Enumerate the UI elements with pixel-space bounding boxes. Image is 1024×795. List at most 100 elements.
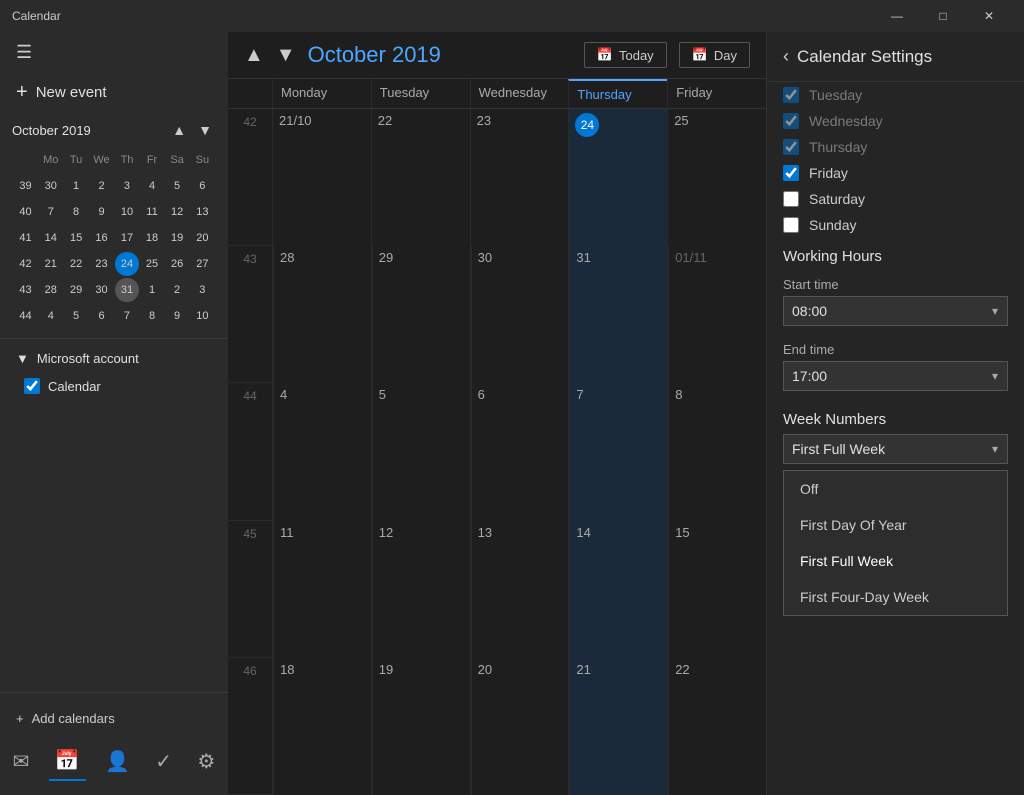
cal-cell[interactable]: 19 [372,658,470,795]
dropdown-item-first-four-day[interactable]: First Four-Day Week [784,579,1007,615]
cal-cell[interactable]: 01/11 [668,246,766,383]
mini-cal-day[interactable]: 10 [191,304,214,328]
mini-cal-day[interactable]: 6 [90,304,114,328]
cal-cell[interactable]: 12 [372,521,470,658]
calendar-nav-btn[interactable]: 📅 [49,742,86,781]
cal-cell-today[interactable]: 21 [569,658,667,795]
mini-cal-day[interactable]: 7 [39,200,63,224]
cal-cell[interactable]: 8 [668,383,766,520]
wednesday-checkbox[interactable] [783,113,799,129]
mini-cal-day[interactable]: 22 [65,252,88,276]
cal-cell[interactable]: 6 [471,383,569,520]
mini-cal-day[interactable]: 12 [165,200,188,224]
week-numbers-select[interactable]: Off First Day Of Year First Full Week Fi… [783,434,1008,464]
hamburger-menu[interactable]: ☰ [16,42,32,63]
mini-cal-day[interactable]: 1 [65,174,88,198]
cal-prev-btn[interactable]: ▲ [244,44,264,67]
mini-cal-day[interactable]: 18 [141,226,164,250]
mini-cal-day[interactable]: 2 [165,278,188,302]
calendar-checkbox[interactable] [24,378,40,394]
mini-cal-day[interactable]: 29 [65,278,88,302]
dropdown-item-first-day-of-year[interactable]: First Day Of Year [784,507,1007,543]
mini-cal-prev[interactable]: ▲ [168,120,190,140]
mini-cal-day[interactable]: 23 [90,252,114,276]
dropdown-item-off[interactable]: Off [784,471,1007,507]
start-time-select[interactable]: 08:00 09:00 [783,296,1008,326]
cal-cell[interactable]: 28 [273,246,371,383]
mini-cal-day[interactable]: 2 [90,174,114,198]
mini-cal-day[interactable]: 16 [90,226,114,250]
mini-cal-day[interactable]: 9 [165,304,188,328]
mini-cal-day[interactable]: 8 [141,304,164,328]
mini-cal-day[interactable]: 17 [115,226,138,250]
cal-cell[interactable]: 15 [668,521,766,658]
cal-cell[interactable]: 22 [372,109,470,246]
mini-cal-day[interactable]: 25 [141,252,164,276]
cal-today-btn[interactable]: 📅 Today [584,42,667,68]
saturday-checkbox[interactable] [783,191,799,207]
mini-cal-day[interactable]: 28 [39,278,63,302]
account-header[interactable]: ▼ Microsoft account [16,351,212,366]
mini-cal-day[interactable]: 9 [90,200,114,224]
cal-cell[interactable]: 22 [668,658,766,795]
minimize-button[interactable]: — [874,0,920,32]
mini-cal-day[interactable]: 4 [141,174,164,198]
mini-cal-day[interactable]: 1 [141,278,164,302]
friday-checkbox[interactable] [783,165,799,181]
tuesday-checkbox[interactable] [783,87,799,103]
mini-cal-selected-day[interactable]: 24 [115,252,138,276]
mini-cal-day[interactable]: 15 [65,226,88,250]
mini-cal-day[interactable]: 21 [39,252,63,276]
cal-cell[interactable]: 30 [471,246,569,383]
mini-cal-day[interactable]: 10 [115,200,138,224]
dropdown-item-first-full-week[interactable]: First Full Week [784,543,1007,579]
maximize-button[interactable]: □ [920,0,966,32]
mini-cal-day[interactable]: 13 [191,200,214,224]
mini-cal-day[interactable]: 3 [191,278,214,302]
mini-cal-day[interactable]: 20 [191,226,214,250]
close-button[interactable]: ✕ [966,0,1012,32]
mini-cal-day[interactable]: 8 [65,200,88,224]
mini-cal-day[interactable]: 11 [141,200,164,224]
mini-cal-day[interactable]: 4 [39,304,63,328]
mini-cal-day[interactable]: 26 [165,252,188,276]
cal-cell[interactable]: 18 [273,658,371,795]
cal-cell[interactable]: 21/10 [273,109,371,246]
cal-cell[interactable]: 4 [273,383,371,520]
mini-cal-day[interactable]: 30 [39,174,63,198]
cal-cell[interactable]: 5 [372,383,470,520]
cal-cell-today[interactable]: 7 [569,383,667,520]
cal-cell[interactable]: 25 [668,109,766,246]
cal-cell[interactable]: 20 [471,658,569,795]
mini-cal-day[interactable]: 7 [115,304,138,328]
calendar-item[interactable]: Calendar [16,374,212,398]
mini-cal-day[interactable]: 5 [65,304,88,328]
cal-cell-today[interactable]: 14 [569,521,667,658]
cal-cell-today[interactable]: 31 [569,246,667,383]
mini-cal-day[interactable]: 27 [191,252,214,276]
people-nav-btn[interactable]: 👤 [99,742,136,781]
mini-cal-day[interactable]: 30 [90,278,114,302]
new-event-button[interactable]: + New event [0,73,228,112]
mini-cal-day[interactable]: 5 [165,174,188,198]
tasks-nav-btn[interactable]: ✓ [149,742,178,781]
cal-next-btn[interactable]: ▼ [276,44,296,67]
thursday-checkbox[interactable] [783,139,799,155]
mini-cal-next[interactable]: ▼ [194,120,216,140]
add-calendars-button[interactable]: + Add calendars [0,701,228,736]
mini-cal-day[interactable]: 6 [191,174,214,198]
cal-cell-today[interactable]: 24 [569,109,667,246]
settings-nav-btn[interactable]: ⚙ [191,742,221,781]
end-time-select[interactable]: 17:00 18:00 [783,361,1008,391]
mini-cal-day[interactable]: 14 [39,226,63,250]
mini-cal-day[interactable]: 3 [115,174,138,198]
cal-view-btn[interactable]: 📅 Day [679,42,750,68]
cal-cell[interactable]: 23 [471,109,569,246]
mini-cal-day[interactable]: 19 [165,226,188,250]
settings-back-btn[interactable]: ‹ [783,46,789,67]
cal-cell[interactable]: 13 [471,521,569,658]
mini-cal-today[interactable]: 31 [115,278,138,302]
cal-cell[interactable]: 11 [273,521,371,658]
sunday-checkbox[interactable] [783,217,799,233]
cal-cell[interactable]: 29 [372,246,470,383]
